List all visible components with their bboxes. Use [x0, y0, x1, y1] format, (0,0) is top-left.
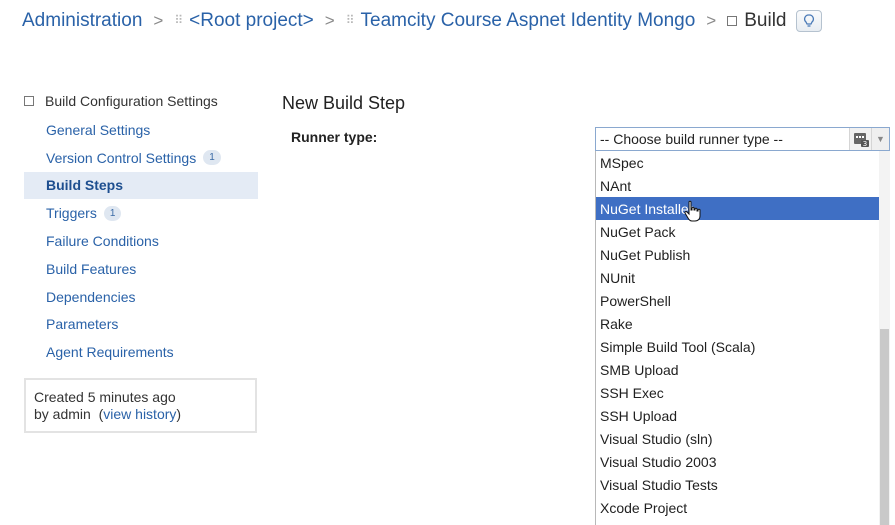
dropdown-option-ssh-exec[interactable]: SSH Exec [596, 381, 880, 404]
sidebar-item-build-steps[interactable]: Build Steps [24, 171, 258, 200]
breadcrumb-separator-1: > [153, 11, 164, 30]
created-by-text: by admin [34, 406, 91, 422]
breadcrumb-root-project[interactable]: <Root project> [189, 10, 314, 32]
dropdown-option-nuget-publish[interactable]: NuGet Publish [596, 243, 880, 266]
close-paren: ) [176, 406, 182, 422]
chevron-down-icon[interactable]: ▼ [871, 128, 889, 150]
sidebar-item-dependencies[interactable]: Dependencies [24, 283, 258, 311]
sidebar-item-label: Parameters [46, 316, 119, 333]
dropdown-option-visual-studio-tests[interactable]: Visual Studio Tests [596, 473, 880, 496]
project-grid-icon: ⠿ [345, 13, 355, 27]
dropdown-option-powershell[interactable]: PowerShell [596, 289, 880, 312]
history-box: Created 5 minutes ago by admin (view his… [24, 378, 257, 433]
dropdown-option-visual-studio-2003[interactable]: Visual Studio 2003 [596, 450, 880, 473]
runner-type-select-value: -- Choose build runner type -- [596, 131, 849, 147]
dropdown-option-simple-build-tool[interactable]: Simple Build Tool (Scala) [596, 335, 880, 358]
sidebar-item-version-control-settings[interactable]: Version Control Settings 1 [24, 144, 258, 172]
options-count-icon: 3 [849, 128, 871, 150]
dropdown-option-rake[interactable]: Rake [596, 312, 880, 335]
sidebar-item-label: Dependencies [46, 288, 136, 305]
build-config-square-icon [24, 96, 34, 106]
sidebar-item-label: Failure Conditions [46, 233, 159, 250]
dropdown-option-mspec[interactable]: MSpec [596, 151, 880, 174]
breadcrumb-current: Build [744, 10, 787, 31]
breadcrumb-separator-2: > [324, 11, 335, 30]
sidebar-item-failure-conditions[interactable]: Failure Conditions [24, 227, 258, 255]
sidebar-item-label: Build Steps [46, 177, 124, 194]
sidebar-item-label: Agent Requirements [46, 344, 174, 361]
runner-type-dropdown: MSpec NAnt NuGet Installer NuGet Pack Nu… [595, 151, 890, 525]
lightbulb-icon [804, 14, 815, 27]
lightbulb-button[interactable] [796, 10, 823, 32]
sidebar-item-agent-requirements[interactable]: Agent Requirements [24, 338, 258, 366]
build-config-square-icon [727, 16, 738, 26]
dropdown-option-nuget-pack[interactable]: NuGet Pack [596, 220, 880, 243]
dropdown-option-nunit[interactable]: NUnit [596, 266, 880, 289]
sidebar-item-label: Version Control Settings [46, 149, 197, 166]
dropdown-option-nant[interactable]: NAnt [596, 174, 880, 197]
breadcrumb-administration[interactable]: Administration [22, 10, 142, 32]
sidebar-item-parameters[interactable]: Parameters [24, 311, 258, 339]
sidebar-item-build-features[interactable]: Build Features [24, 255, 258, 283]
sidebar-item-label: General Settings [46, 121, 151, 138]
sidebar-item-label: Triggers [46, 205, 97, 222]
dropdown-option-xcode-project[interactable]: Xcode Project [596, 496, 880, 519]
sidebar-items: General Settings Version Control Setting… [24, 116, 258, 366]
project-grid-icon: ⠿ [174, 13, 183, 27]
runner-type-select[interactable]: -- Choose build runner type -- 3 ▼ [595, 127, 890, 151]
view-history-link[interactable]: view history [103, 406, 176, 422]
page-title: New Build Step [282, 93, 406, 113]
sidebar-item-general-settings[interactable]: General Settings [24, 116, 258, 144]
created-text: Created 5 minutes ago [34, 389, 176, 405]
breadcrumb-project[interactable]: Teamcity Course Aspnet Identity Mongo [361, 10, 696, 32]
dropdown-option-ssh-upload[interactable]: SSH Upload [596, 404, 880, 427]
runner-type-label: Runner type: [291, 129, 378, 145]
dropdown-option-visual-studio-sln[interactable]: Visual Studio (sln) [596, 427, 880, 450]
count-badge: 1 [103, 205, 122, 221]
options-count-badge: 3 [862, 140, 866, 147]
sidebar-item-label: Build Features [46, 260, 137, 277]
sidebar: Build Configuration Settings General Set… [24, 90, 258, 366]
sidebar-item-triggers[interactable]: Triggers 1 [24, 199, 258, 227]
created-by-line: by admin (view history) [34, 406, 255, 423]
sidebar-header-label: Build Configuration Settings [45, 93, 218, 109]
dropdown-scrollbar[interactable] [879, 151, 890, 525]
dropdown-scrollbar-thumb[interactable] [880, 329, 889, 525]
hand-cursor-icon [684, 200, 701, 222]
breadcrumb-separator-3: > [706, 11, 717, 30]
dropdown-option-smb-upload[interactable]: SMB Upload [596, 358, 880, 381]
breadcrumb: Administration > ⠿ <Root project> > ⠿ Te… [22, 8, 823, 34]
dropdown-option-nuget-installer[interactable]: NuGet Installer [596, 197, 880, 220]
count-badge: 1 [203, 150, 221, 166]
sidebar-header: Build Configuration Settings [24, 90, 258, 112]
